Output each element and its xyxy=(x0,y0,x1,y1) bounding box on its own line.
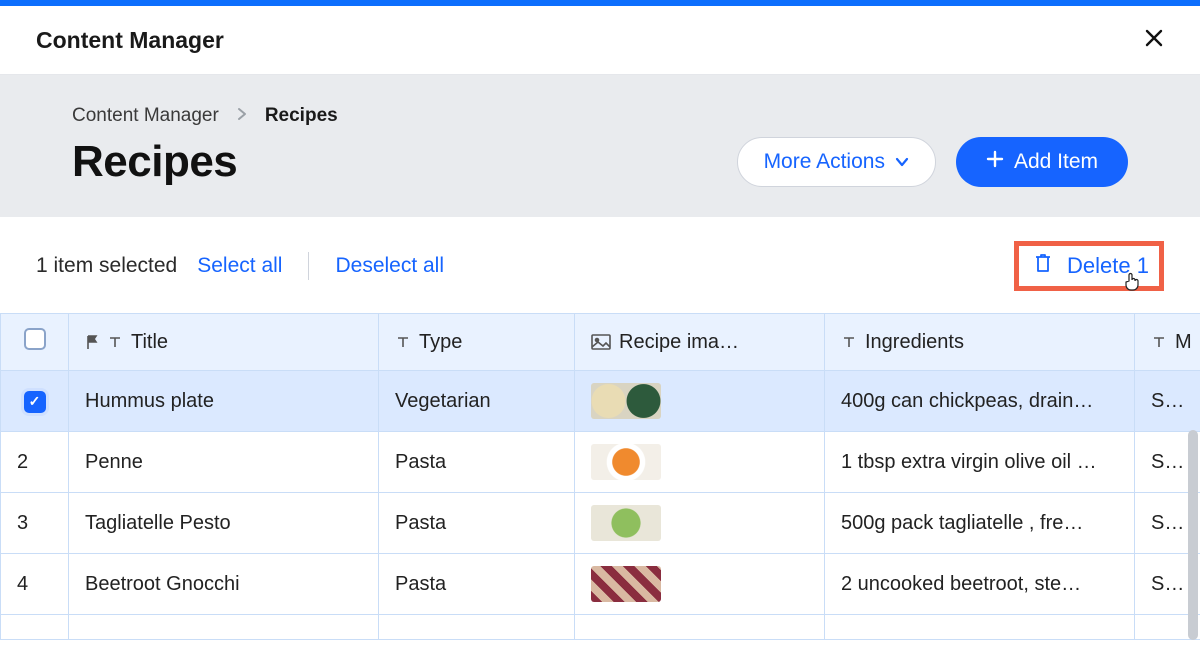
breadcrumb-current: Recipes xyxy=(265,105,338,127)
table-row[interactable]: 4 Beetroot Gnocchi Pasta 2 uncooked beet… xyxy=(1,554,1200,615)
breadcrumb: Content Manager Recipes xyxy=(72,105,1128,127)
cell-ingredients[interactable]: 2 uncooked beetroot, ste… xyxy=(825,554,1135,615)
breadcrumb-root[interactable]: Content Manager xyxy=(72,105,219,127)
header-checkbox-cell[interactable] xyxy=(1,314,69,371)
row-number[interactable]: 2 xyxy=(1,432,69,493)
add-item-label: Add Item xyxy=(1014,150,1098,174)
text-icon xyxy=(395,334,411,350)
cell-type[interactable] xyxy=(379,615,575,640)
chevron-right-icon xyxy=(237,107,247,126)
cell-ingredients[interactable]: 1 tbsp extra virgin olive oil … xyxy=(825,432,1135,493)
divider xyxy=(308,252,309,280)
cell-title[interactable]: Penne xyxy=(69,432,379,493)
cell-type[interactable]: Pasta xyxy=(379,554,575,615)
column-method[interactable]: M xyxy=(1135,314,1200,371)
text-icon xyxy=(1151,334,1167,350)
cell-ingredients[interactable]: 400g can chickpeas, drain… xyxy=(825,371,1135,432)
delete-highlight: Delete 1 xyxy=(1014,241,1164,291)
column-title-label: Title xyxy=(131,331,168,354)
deselect-all-link[interactable]: Deselect all xyxy=(335,254,444,278)
scrollbar-thumb[interactable] xyxy=(1188,430,1198,640)
close-icon[interactable] xyxy=(1140,24,1168,56)
cell-type[interactable]: Pasta xyxy=(379,432,575,493)
cell-image[interactable] xyxy=(575,615,825,640)
table-header-row: Title Type Recipe ima… Ingredients xyxy=(1,314,1200,371)
cell-title[interactable] xyxy=(69,615,379,640)
cell-method[interactable]: STEF xyxy=(1135,371,1200,432)
more-actions-button[interactable]: More Actions xyxy=(737,137,936,187)
cell-type[interactable]: Vegetarian xyxy=(379,371,575,432)
column-ingredients[interactable]: Ingredients xyxy=(825,314,1135,371)
text-icon xyxy=(841,334,857,350)
column-type[interactable]: Type xyxy=(379,314,575,371)
header-checkbox[interactable] xyxy=(24,328,46,350)
cell-ingredients[interactable] xyxy=(825,615,1135,640)
row-checkbox[interactable] xyxy=(24,391,46,413)
column-ingredients-label: Ingredients xyxy=(865,331,964,354)
select-all-link[interactable]: Select all xyxy=(197,254,282,278)
thumbnail xyxy=(591,505,661,541)
cell-image[interactable] xyxy=(575,371,825,432)
trash-icon xyxy=(1033,252,1053,280)
thumbnail xyxy=(591,383,661,419)
table-row[interactable]: 3 Tagliatelle Pesto Pasta 500g pack tagl… xyxy=(1,493,1200,554)
cursor-hand-icon xyxy=(1123,271,1141,296)
cell-title[interactable]: Tagliatelle Pesto xyxy=(69,493,379,554)
more-actions-label: More Actions xyxy=(764,150,885,174)
selected-count: 1 item selected xyxy=(36,254,177,278)
row-number[interactable] xyxy=(1,615,69,640)
row-number[interactable]: 4 xyxy=(1,554,69,615)
text-icon xyxy=(107,334,123,350)
data-table: Title Type Recipe ima… Ingredients xyxy=(0,313,1200,640)
column-method-label: M xyxy=(1175,331,1192,354)
subheader: Content Manager Recipes Recipes More Act… xyxy=(0,75,1200,217)
column-image-label: Recipe ima… xyxy=(619,331,739,354)
cell-title[interactable]: Beetroot Gnocchi xyxy=(69,554,379,615)
image-icon xyxy=(591,334,611,350)
column-type-label: Type xyxy=(419,331,462,354)
column-image[interactable]: Recipe ima… xyxy=(575,314,825,371)
table-row[interactable] xyxy=(1,615,1200,640)
table-row[interactable]: 2 Penne Pasta 1 tbsp extra virgin olive … xyxy=(1,432,1200,493)
modal-header: Content Manager xyxy=(0,6,1200,75)
column-title[interactable]: Title xyxy=(69,314,379,371)
flag-icon xyxy=(85,334,99,350)
cell-image[interactable] xyxy=(575,432,825,493)
action-group: More Actions Add Item xyxy=(737,137,1128,187)
add-item-button[interactable]: Add Item xyxy=(956,137,1128,187)
thumbnail xyxy=(591,444,661,480)
plus-icon xyxy=(986,150,1004,174)
modal-title: Content Manager xyxy=(36,27,224,54)
cell-type[interactable]: Pasta xyxy=(379,493,575,554)
row-number[interactable]: 3 xyxy=(1,493,69,554)
selection-toolbar: 1 item selected Select all Deselect all … xyxy=(0,217,1200,313)
page-title: Recipes xyxy=(72,137,237,187)
thumbnail xyxy=(591,566,661,602)
cell-image[interactable] xyxy=(575,554,825,615)
cell-image[interactable] xyxy=(575,493,825,554)
cell-title[interactable]: Hummus plate xyxy=(69,371,379,432)
chevron-down-icon xyxy=(895,154,909,170)
table-row[interactable]: Hummus plate Vegetarian 400g can chickpe… xyxy=(1,371,1200,432)
cell-ingredients[interactable]: 500g pack tagliatelle , fre… xyxy=(825,493,1135,554)
